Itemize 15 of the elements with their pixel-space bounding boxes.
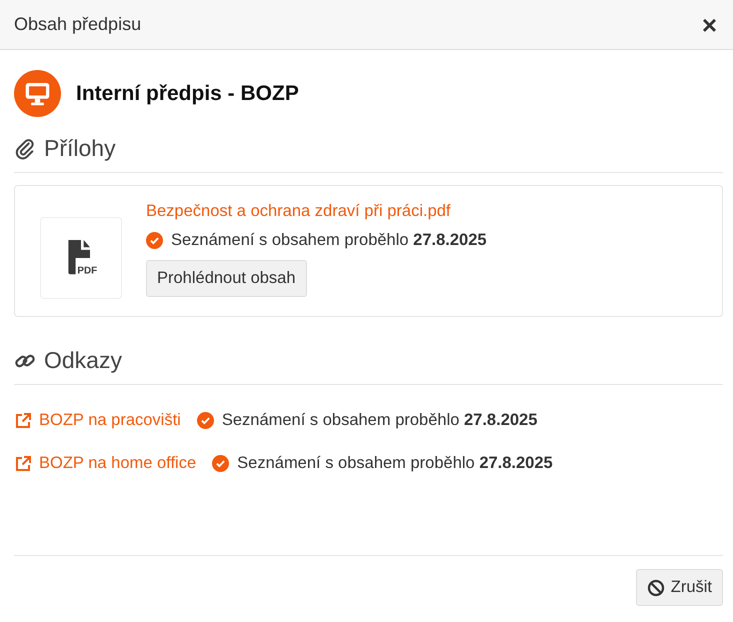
monitor-icon <box>14 70 61 117</box>
external-link-icon <box>14 454 32 472</box>
paperclip-icon <box>14 138 36 160</box>
cancel-icon <box>646 578 665 596</box>
view-content-button[interactable]: Prohlédnout obsah <box>146 260 307 297</box>
external-link-icon <box>14 412 32 430</box>
window-title: Obsah předpisu <box>14 14 142 35</box>
section-heading: Přílohy <box>44 135 116 162</box>
section-heading: Odkazy <box>44 347 122 374</box>
close-button[interactable]: × <box>700 12 719 38</box>
status-text: Seznámení s obsahem proběhlo 27.8.2025 <box>171 231 487 250</box>
cancel-button[interactable]: Zrušit <box>636 569 723 606</box>
document-title: Interní předpis - BOZP <box>76 82 299 106</box>
status-text: Seznámení s obsahem proběhlo 27.8.2025 <box>237 454 553 473</box>
status-text: Seznámení s obsahem proběhlo 27.8.2025 <box>222 411 538 430</box>
